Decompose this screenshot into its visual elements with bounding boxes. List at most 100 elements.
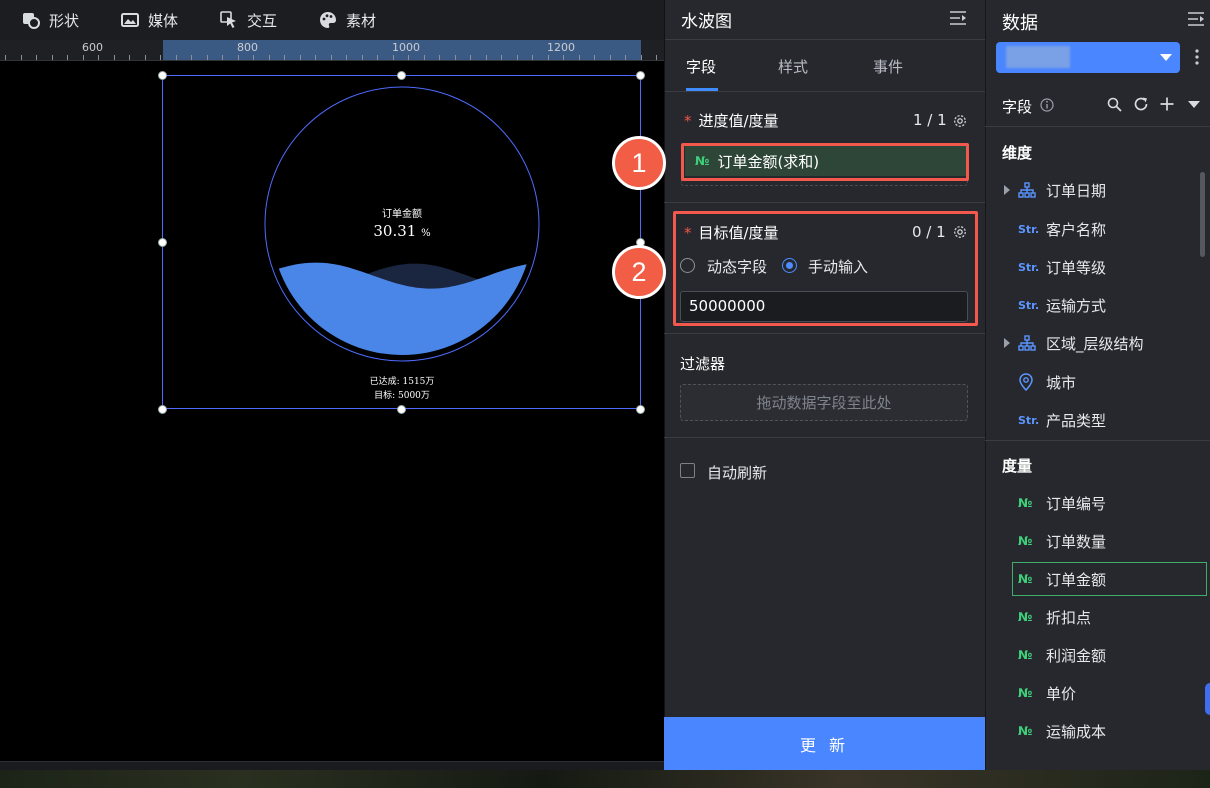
ruler-tick [392, 55, 394, 60]
section-divider [664, 437, 985, 438]
design-canvas[interactable]: 订单金额 30.31 % 已达成: 1515万 目标: 5000万 [0, 61, 664, 761]
floating-assistant-button[interactable] [1205, 683, 1210, 715]
ruler-tick [237, 55, 239, 60]
number-type-icon: № [1018, 534, 1033, 548]
measure-item[interactable]: № 运输成本 [1018, 720, 1106, 742]
string-type-icon: Str. [1018, 260, 1040, 274]
ruler-tick [330, 55, 332, 60]
target-text: 目标: 5000万 [374, 391, 430, 401]
number-type-icon: № [1018, 610, 1033, 624]
ruler-tick [594, 55, 595, 60]
ruler-label: 1200 [547, 41, 575, 54]
more-options-icon[interactable] [1194, 47, 1200, 71]
config-tabs: 字段 样式 事件 [665, 40, 985, 92]
ruler-tick [160, 55, 161, 60]
ruler-tick [656, 55, 657, 60]
measures-heading: 度量 [1002, 457, 1033, 475]
resize-handle[interactable] [397, 71, 406, 80]
measure-item[interactable]: № 利润金额 [1018, 644, 1106, 666]
dimension-item[interactable]: 城市 [1018, 371, 1076, 393]
background-strip [0, 770, 1210, 788]
top-toolbar: 形状 媒体 交互 素材 [0, 0, 664, 40]
collapse-panel-icon[interactable] [949, 10, 967, 30]
update-button[interactable]: 更 新 [664, 717, 985, 770]
tab-style[interactable]: 样式 [778, 40, 808, 91]
info-icon[interactable] [1040, 97, 1054, 116]
dimension-item[interactable]: Str. 运输方式 [1018, 294, 1106, 316]
toolbar-media[interactable]: 媒体 [121, 0, 178, 40]
ruler-label: 600 [82, 41, 103, 54]
refresh-icon[interactable] [1133, 96, 1149, 116]
measure-item[interactable]: № 订单数量 [1018, 530, 1106, 552]
number-type-icon: № [1018, 572, 1033, 586]
ruler-tick [439, 55, 440, 60]
toolbar-media-label: 媒体 [148, 11, 179, 30]
shape-icon [22, 11, 40, 29]
dimension-label: 订单等级 [1046, 258, 1107, 277]
resize-handle[interactable] [158, 238, 167, 247]
dimension-item[interactable]: Str. 客户名称 [1018, 218, 1106, 240]
ruler-tick [640, 55, 642, 60]
ruler-tick [191, 55, 192, 60]
caret-down-icon[interactable] [1188, 101, 1200, 108]
progress-section-title: * 进度值/度量 [684, 110, 779, 131]
ruler-tick [144, 55, 146, 60]
dataset-name-redacted [1006, 46, 1070, 68]
ruler-tick [284, 55, 285, 60]
step-badge-1: 1 [612, 136, 666, 190]
ruler-tick [485, 55, 487, 60]
liquid-percent-unit: % [421, 228, 431, 239]
measure-item-selected[interactable]: № 订单金额 [1018, 568, 1106, 590]
dimension-item[interactable]: Str. 产品类型 [1018, 409, 1106, 431]
dimension-label: 城市 [1046, 373, 1077, 392]
canvas-horizontal-scrollbar[interactable] [0, 761, 664, 770]
section-divider [664, 333, 985, 334]
auto-refresh-checkbox[interactable] [680, 463, 695, 478]
liquid-title: 订单金额 [382, 209, 422, 220]
dimension-item[interactable]: 订单日期 [1018, 179, 1106, 201]
measure-item[interactable]: № 单价 [1018, 682, 1076, 704]
tab-events[interactable]: 事件 [873, 40, 903, 91]
dimension-label: 区域_层级结构 [1046, 334, 1144, 353]
expand-caret-icon[interactable] [1004, 338, 1010, 348]
filter-dropzone[interactable]: 拖动数据字段至此处 [680, 384, 968, 421]
measure-label: 运输成本 [1046, 722, 1107, 741]
resize-handle[interactable] [397, 405, 406, 414]
search-icon[interactable] [1107, 97, 1122, 116]
ruler-tick [5, 55, 6, 60]
number-type-icon: № [1018, 496, 1033, 510]
number-type-icon: № [1018, 686, 1033, 700]
add-icon[interactable] [1159, 96, 1175, 116]
collapse-data-panel-icon[interactable] [1187, 11, 1205, 31]
dataset-select[interactable] [996, 42, 1180, 73]
ruler-tick [20, 55, 22, 60]
dimension-item[interactable]: 区域_层级结构 [1018, 332, 1144, 354]
dimension-item[interactable]: Str. 订单等级 [1018, 256, 1106, 278]
image-icon [121, 11, 140, 29]
resize-handle[interactable] [158, 405, 167, 414]
tab-fields[interactable]: 字段 [686, 40, 716, 91]
ruler-tick [98, 55, 99, 60]
ruler-tick [454, 55, 456, 60]
toolbar-interaction[interactable]: 交互 [220, 0, 277, 40]
measure-item[interactable]: № 折扣点 [1018, 606, 1091, 628]
dimension-label: 订单日期 [1046, 181, 1107, 200]
ruler-tick [609, 55, 611, 60]
gear-icon[interactable] [953, 113, 966, 127]
string-type-icon: Str. [1018, 222, 1040, 236]
ruler-tick [516, 55, 518, 60]
resize-handle[interactable] [636, 405, 645, 414]
data-panel-scrollbar[interactable] [1200, 172, 1205, 257]
required-mark: * [684, 112, 692, 130]
measure-item[interactable]: № 订单编号 [1018, 492, 1106, 514]
ruler-tick [129, 55, 130, 60]
resize-handle[interactable] [158, 71, 167, 80]
auto-refresh-label: 自动刷新 [707, 464, 768, 482]
toolbar-assets[interactable]: 素材 [319, 0, 376, 40]
ruler-tick [563, 55, 564, 60]
resize-handle[interactable] [636, 71, 645, 80]
expand-caret-icon[interactable] [1004, 185, 1010, 195]
toolbar-shape[interactable]: 形状 [22, 0, 79, 40]
config-panel-title: 水波图 [681, 12, 732, 32]
ruler-tick [501, 55, 502, 60]
